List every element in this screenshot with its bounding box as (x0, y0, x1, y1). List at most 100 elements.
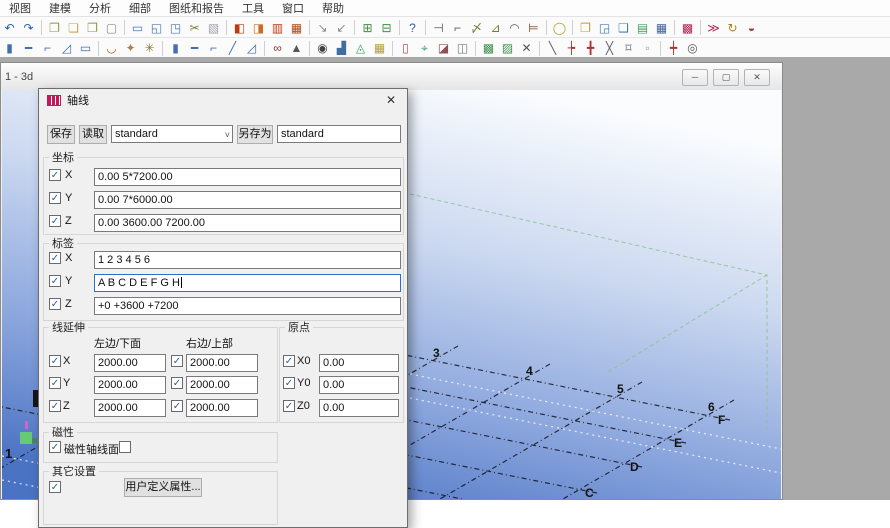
measure-icon[interactable]: ⌐ (448, 20, 467, 36)
node-icon[interactable]: ◬ (351, 40, 370, 56)
window-new-icon[interactable]: ◳ (166, 20, 185, 36)
chevron-down-icon[interactable]: ˅ (225, 127, 230, 143)
coords-x-input[interactable]: 0.00 5*7200.00 (94, 168, 401, 186)
menu-item[interactable]: 细部 (120, 0, 160, 16)
window-icon[interactable]: ▭ (128, 20, 147, 36)
beam-icon[interactable]: ━ (19, 40, 38, 56)
delete-icon[interactable]: ✕ (517, 40, 536, 56)
member-icon[interactable]: ▯ (396, 40, 415, 56)
group-alt-icon[interactable]: ▨ (498, 40, 517, 56)
window-split-icon[interactable]: ◱ (147, 20, 166, 36)
redo-icon[interactable]: ↷ (19, 20, 38, 36)
add-view-icon[interactable]: ⊞ (358, 20, 377, 36)
origin-z0-input[interactable]: 0.00 (319, 399, 399, 417)
ext-z-left-input[interactable]: 2000.00 (94, 399, 166, 417)
coords-z-checkbox[interactable]: ✓ (49, 215, 61, 227)
menu-item[interactable]: 帮助 (313, 0, 353, 16)
ext-z-right-checkbox[interactable]: ✓ (171, 400, 183, 412)
mesh-icon[interactable]: ✳ (140, 40, 159, 56)
labels-x-input[interactable]: 1 2 3 4 5 6 (94, 251, 401, 269)
grid-icon[interactable]: ▦ (370, 40, 389, 56)
panel-icon[interactable]: ◫ (453, 40, 472, 56)
origin-y0-input[interactable]: 0.00 (319, 376, 399, 394)
ext-x-right-checkbox[interactable]: ✓ (171, 355, 183, 367)
window-maximize-button[interactable]: ▢ (713, 69, 739, 86)
window-close-button[interactable]: ✕ (744, 69, 770, 86)
menu-item[interactable]: 图纸和报告 (160, 0, 233, 16)
ext-z-checkbox[interactable]: ✓ (49, 400, 61, 412)
cross-icon[interactable]: ╋ (581, 40, 600, 56)
coords-x-checkbox[interactable]: ✓ (49, 169, 61, 181)
menu-item[interactable]: 视图 (0, 0, 40, 16)
origin-x0-input[interactable]: 0.00 (319, 354, 399, 372)
create-brace-icon[interactable]: ◿ (242, 40, 261, 56)
help-icon[interactable]: ? (403, 20, 422, 36)
axis-dialog-titlebar[interactable]: 轴线 (39, 89, 407, 111)
coords-y-input[interactable]: 0.00 7*6000.00 (94, 191, 401, 209)
undo-icon[interactable]: ↶ (0, 20, 19, 36)
view-model-icon[interactable]: ◧ (230, 20, 249, 36)
extend-icon[interactable]: ▫ (638, 40, 657, 56)
dim-icon[interactable]: ⊣ (429, 20, 448, 36)
create-beam-icon[interactable]: ━ (185, 40, 204, 56)
cut-icon[interactable]: ✂ (185, 20, 204, 36)
view-3d-icon[interactable]: ▦ (287, 20, 306, 36)
joint-icon[interactable]: ✦ (121, 40, 140, 56)
frame-icon[interactable]: ⌐ (38, 40, 57, 56)
dialog-close-icon[interactable]: ✕ (383, 93, 399, 108)
labels-y-checkbox[interactable]: ✓ (49, 275, 61, 287)
curved-beam-icon[interactable]: ◡ (102, 40, 121, 56)
mask-icon[interactable]: ◒ (742, 20, 761, 36)
origin-z0-checkbox[interactable]: ✓ (283, 400, 295, 412)
user-defined-attrs-button[interactable]: 用户定义属性... (124, 478, 202, 497)
pointer-alt-icon[interactable]: ↙ (332, 20, 351, 36)
menu-item[interactable]: 建模 (40, 0, 80, 16)
create-diagonal-icon[interactable]: ╱ (223, 40, 242, 56)
create-frame-icon[interactable]: ⌐ (204, 40, 223, 56)
table-icon[interactable]: ▦ (652, 20, 671, 36)
save-as-input[interactable]: standard (277, 125, 401, 143)
view-elevation-icon[interactable]: ▥ (268, 20, 287, 36)
intersect-icon[interactable]: ┾ (562, 40, 581, 56)
labels-y-input[interactable]: A B C D E F G H (94, 274, 401, 292)
ext-z-right-input[interactable]: 2000.00 (186, 399, 258, 417)
window-minimize-button[interactable]: ─ (682, 69, 708, 86)
link-icon[interactable]: ∞ (268, 40, 287, 56)
save-button[interactable]: 保存 (47, 125, 75, 144)
ext-y-right-checkbox[interactable]: ✓ (171, 377, 183, 389)
remove-view-icon[interactable]: ⊟ (377, 20, 396, 36)
plate-icon[interactable]: ▭ (76, 40, 95, 56)
ext-y-left-input[interactable]: 2000.00 (94, 376, 166, 394)
split-icon[interactable]: ╲ (543, 40, 562, 56)
flag-icon[interactable]: ⊨ (524, 20, 543, 36)
break-icon[interactable]: ╳ (600, 40, 619, 56)
merge-icon[interactable]: ⌑ (619, 40, 638, 56)
save-as-button[interactable]: 另存为 (237, 125, 273, 144)
brace-icon[interactable]: ◿ (57, 40, 76, 56)
origin-x0-checkbox[interactable]: ✓ (283, 355, 295, 367)
support-icon[interactable]: ▲ (287, 40, 306, 56)
menu-item[interactable]: 工具 (233, 0, 273, 16)
ext-y-checkbox[interactable]: ✓ (49, 377, 61, 389)
solid-icon[interactable]: ◪ (434, 40, 453, 56)
coords-y-checkbox[interactable]: ✓ (49, 192, 61, 204)
paste-icon[interactable]: ◲ (595, 20, 614, 36)
other-settings-checkbox[interactable]: ✓ (49, 481, 61, 493)
copy-icon[interactable]: ❐ (576, 20, 595, 36)
load-button[interactable]: 读取 (79, 125, 107, 144)
triangle-icon[interactable]: ⊿ (486, 20, 505, 36)
origin-y0-checkbox[interactable]: ✓ (283, 377, 295, 389)
labels-z-input[interactable]: +0 +3600 +7200 (94, 297, 401, 315)
run-icon[interactable]: ≫ (704, 20, 723, 36)
tower-icon[interactable]: ▟ (332, 40, 351, 56)
labels-x-checkbox[interactable]: ✓ (49, 252, 61, 264)
find-icon[interactable]: ◉ (313, 40, 332, 56)
print-icon[interactable]: ▢ (102, 20, 121, 36)
create-column-icon[interactable]: ▮ (166, 40, 185, 56)
divide-icon[interactable]: ┿ (664, 40, 683, 56)
labels-z-checkbox[interactable]: ✓ (49, 298, 61, 310)
menu-item[interactable]: 分析 (80, 0, 120, 16)
rotate-icon[interactable]: ◎ (683, 40, 702, 56)
column-icon[interactable]: ▮ (0, 40, 19, 56)
magnetic-plane-checkbox[interactable]: ✓ (49, 441, 61, 453)
